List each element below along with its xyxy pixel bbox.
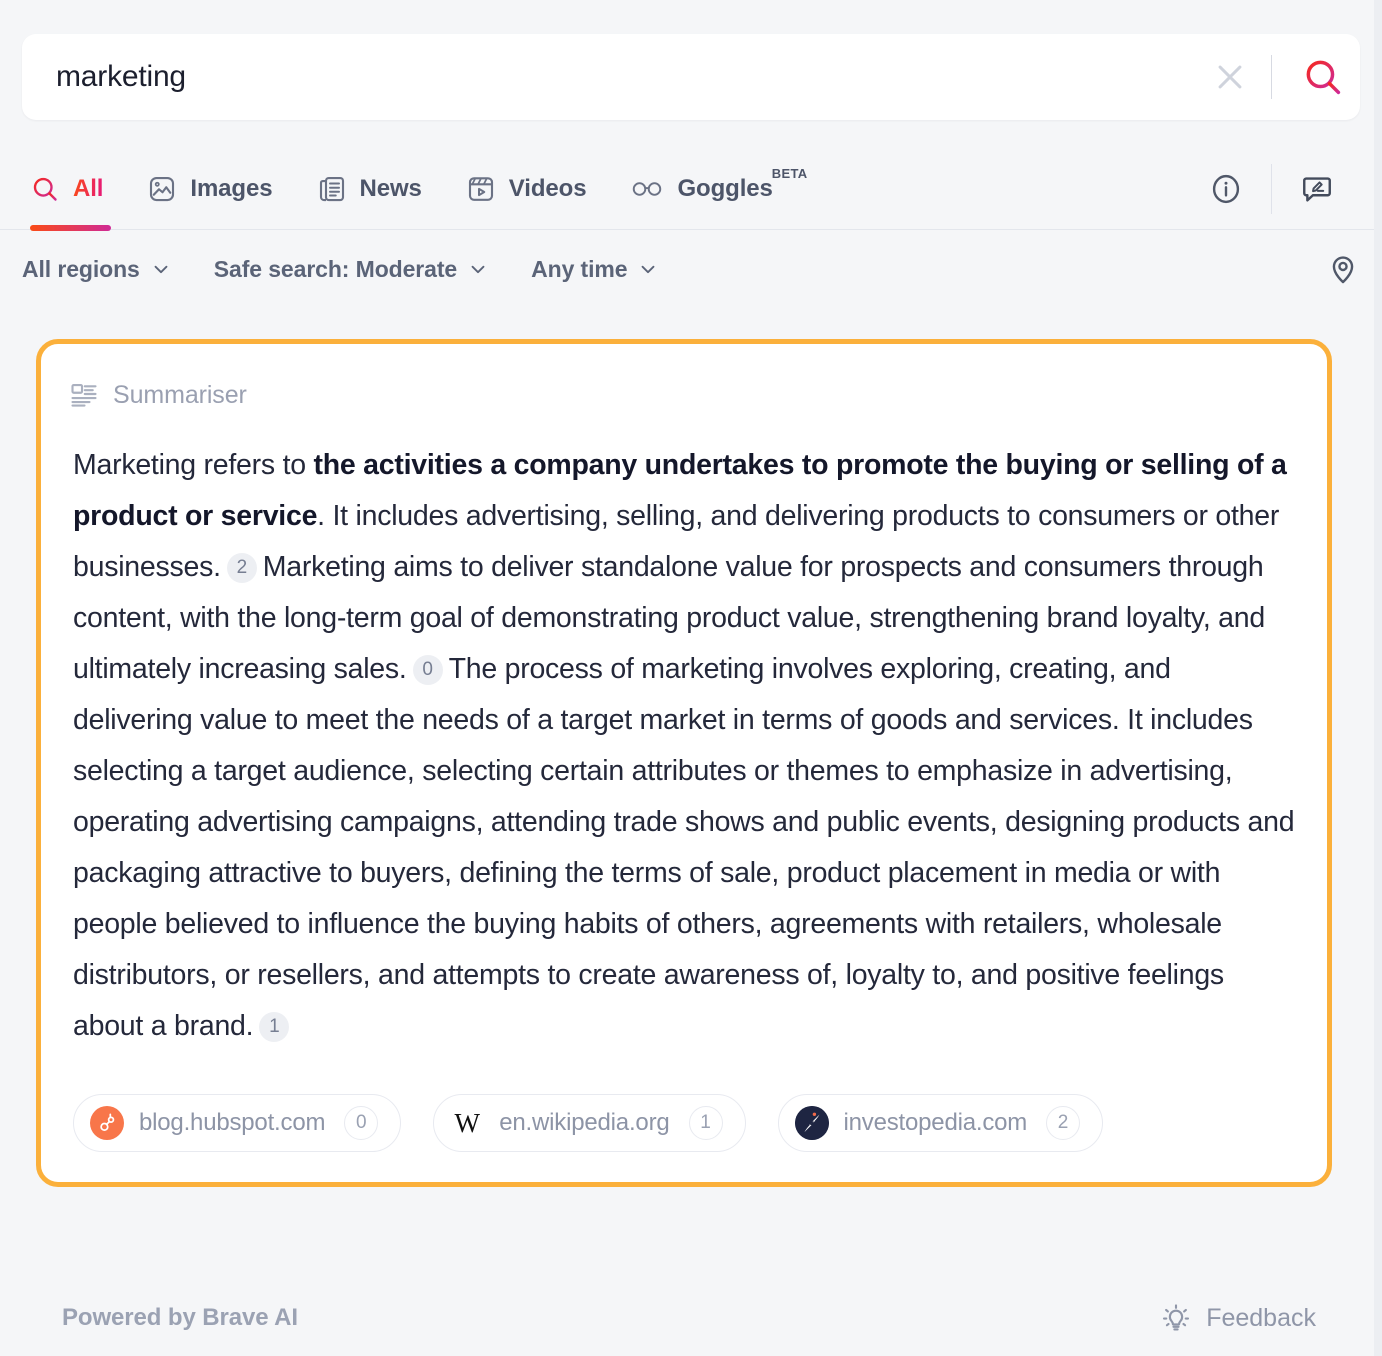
tab-all[interactable]: All — [22, 148, 125, 229]
tab-list: All Images News — [0, 148, 830, 229]
location-button[interactable] — [1326, 252, 1360, 286]
tab-label-news: News — [360, 175, 422, 203]
tab-label-images: Images — [190, 175, 272, 203]
search-icon — [30, 174, 60, 204]
search-divider — [1271, 55, 1272, 99]
source-chip-hubspot[interactable]: blog.hubspot.com 0 — [73, 1094, 401, 1152]
chevron-down-icon — [637, 258, 659, 280]
filter-region[interactable]: All regions — [22, 256, 172, 283]
search-filters: All regions Safe search: Moderate Any ti… — [0, 230, 1382, 308]
summary-sources: blog.hubspot.com 0 W en.wikipedia.org 1 — [65, 1094, 1303, 1152]
summariser-card: Summariser Marketing refers to the activ… — [36, 339, 1332, 1187]
investopedia-favicon — [795, 1106, 829, 1140]
feedback-bubble-button[interactable] — [1278, 172, 1356, 206]
tab-label-goggles: GogglesBETA — [677, 175, 808, 203]
feedback-button[interactable]: Feedback — [1160, 1302, 1320, 1334]
video-icon — [466, 174, 496, 204]
summary-text: Marketing refers to the activities a com… — [65, 440, 1303, 1052]
source-chip-wikipedia[interactable]: W en.wikipedia.org 1 — [433, 1094, 745, 1152]
search-icon — [1301, 55, 1345, 99]
summary-seg-6: The process of marketing involves explor… — [73, 653, 1294, 1042]
tab-goggles[interactable]: GogglesBETA — [608, 148, 830, 229]
search-input[interactable] — [22, 60, 1203, 94]
tab-label-videos: Videos — [509, 175, 587, 203]
goggles-icon — [630, 174, 664, 204]
source-chip-investopedia[interactable]: investopedia.com 2 — [778, 1094, 1104, 1152]
source-index-investopedia: 2 — [1046, 1106, 1080, 1140]
tab-label-goggles-text: Goggles — [677, 175, 772, 202]
summary-footer: Powered by Brave AI Feedback — [0, 1288, 1382, 1348]
tab-label-all: All — [73, 175, 103, 203]
news-icon — [317, 174, 347, 204]
filter-safe-search[interactable]: Safe search: Moderate — [214, 256, 489, 283]
actions-divider — [1271, 164, 1272, 214]
source-domain-hubspot: blog.hubspot.com — [139, 1109, 325, 1137]
citation-badge-0[interactable]: 0 — [413, 655, 443, 685]
wikipedia-favicon: W — [450, 1106, 484, 1140]
feedback-label: Feedback — [1206, 1304, 1316, 1333]
filter-region-label: All regions — [22, 256, 140, 283]
source-index-hubspot: 0 — [344, 1106, 378, 1140]
chevron-down-icon — [150, 258, 172, 280]
tab-badge-beta: BETA — [772, 166, 808, 181]
location-pin-icon — [1326, 252, 1360, 286]
tab-news[interactable]: News — [295, 148, 444, 229]
page-scrollbar[interactable] — [1374, 0, 1382, 1356]
hubspot-favicon — [90, 1106, 124, 1140]
close-icon — [1213, 60, 1247, 94]
citation-badge-2[interactable]: 2 — [227, 553, 257, 583]
search-submit-button[interactable] — [1286, 47, 1360, 107]
source-index-wikipedia: 1 — [689, 1106, 723, 1140]
brave-search-results-page: All Images News — [0, 0, 1382, 1356]
summariser-header: Summariser — [65, 380, 1303, 410]
summary-seg-0: Marketing refers to — [73, 449, 314, 481]
feedback-bubble-icon — [1300, 172, 1334, 206]
source-domain-investopedia: investopedia.com — [844, 1109, 1028, 1137]
filter-time-label: Any time — [531, 256, 627, 283]
summariser-title: Summariser — [113, 381, 247, 410]
filter-time[interactable]: Any time — [531, 256, 659, 283]
image-icon — [147, 174, 177, 204]
tab-images[interactable]: Images — [125, 148, 294, 229]
powered-by-label: Powered by Brave AI — [62, 1304, 298, 1332]
info-button[interactable] — [1187, 172, 1265, 206]
tab-videos[interactable]: Videos — [444, 148, 609, 229]
info-icon — [1209, 172, 1243, 206]
source-domain-wikipedia: en.wikipedia.org — [499, 1109, 669, 1137]
search-bar — [22, 34, 1360, 120]
summary-layout-icon — [69, 380, 99, 410]
search-vertical-tabs: All Images News — [0, 148, 1382, 230]
chevron-down-icon — [467, 258, 489, 280]
tabs-actions — [1187, 148, 1382, 229]
filter-safe-search-label: Safe search: Moderate — [214, 256, 457, 283]
clear-search-button[interactable] — [1203, 50, 1257, 104]
citation-badge-1[interactable]: 1 — [259, 1012, 289, 1042]
lightbulb-icon — [1160, 1302, 1192, 1334]
